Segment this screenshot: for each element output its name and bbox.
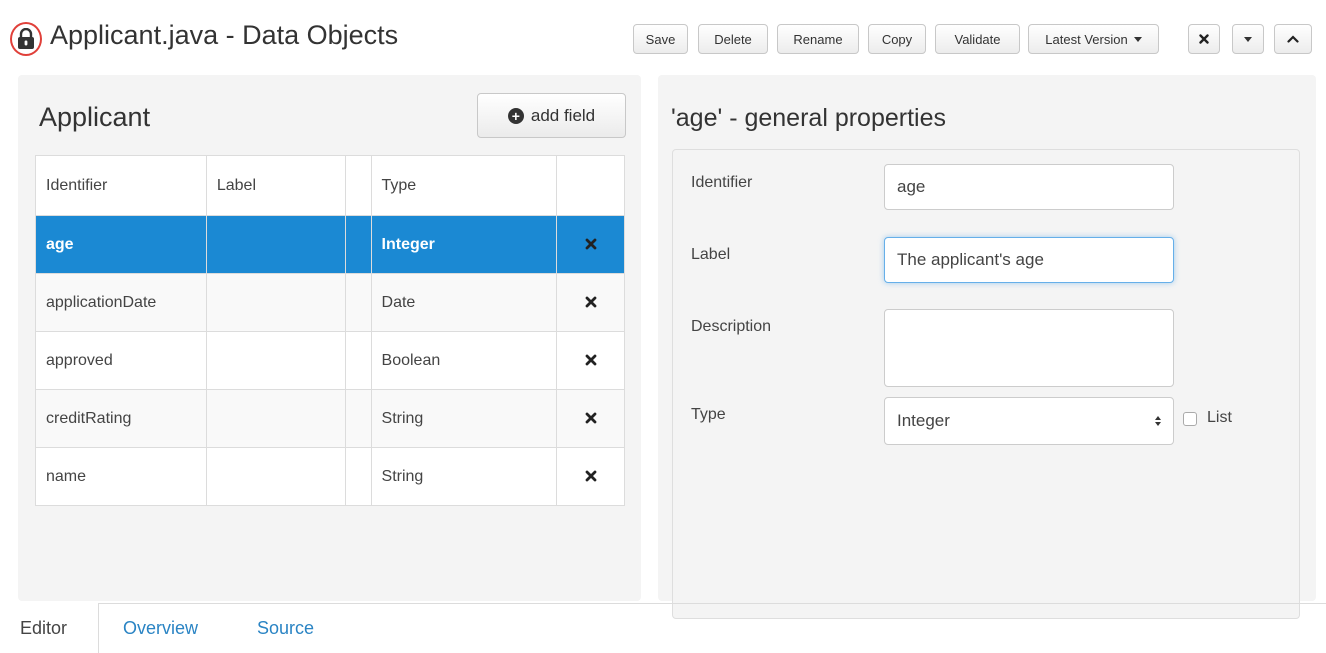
delete-field-button[interactable] — [556, 273, 625, 332]
type-select[interactable]: Integer — [884, 397, 1174, 445]
label-label: Label — [691, 246, 731, 263]
data-object-panel: Applicant + add field Identifier Label T… — [18, 75, 641, 601]
save-button[interactable]: Save — [633, 24, 688, 54]
delete-field-button[interactable] — [556, 331, 625, 390]
collapse-button[interactable] — [1232, 24, 1264, 54]
select-arrows-icon — [1155, 416, 1161, 426]
close-icon — [1199, 34, 1209, 44]
maximize-button[interactable] — [1274, 24, 1312, 54]
latest-version-label: Latest Version — [1045, 31, 1128, 47]
delete-field-button[interactable] — [556, 215, 625, 274]
table-row[interactable]: creditRating String — [35, 389, 625, 448]
properties-title: 'age' - general properties — [671, 104, 946, 132]
copy-button[interactable]: Copy — [868, 24, 926, 54]
field-identifier[interactable]: applicationDate — [35, 273, 207, 332]
delete-icon — [585, 296, 596, 308]
fields-table: Identifier Label Type age Integer applic… — [35, 155, 625, 506]
field-identifier[interactable]: approved — [35, 331, 207, 390]
field-spacer — [344, 215, 372, 274]
close-button[interactable] — [1188, 24, 1220, 54]
type-label: Type — [691, 406, 726, 423]
delete-field-button[interactable] — [556, 447, 625, 506]
field-label[interactable] — [205, 389, 346, 448]
list-label[interactable]: List — [1207, 409, 1232, 427]
add-field-button[interactable]: + add field — [477, 93, 626, 138]
delete-field-button[interactable] — [556, 389, 625, 448]
caret-down-icon — [1133, 36, 1142, 42]
identifier-input[interactable] — [884, 164, 1174, 210]
identifier-label: Identifier — [691, 174, 753, 191]
rename-button[interactable]: Rename — [777, 24, 859, 54]
field-identifier[interactable]: age — [35, 215, 207, 274]
table-row[interactable]: approved Boolean — [35, 331, 625, 390]
field-identifier[interactable]: creditRating — [35, 389, 207, 448]
latest-version-dropdown[interactable]: Latest Version — [1028, 24, 1159, 54]
field-spacer — [344, 447, 372, 506]
column-header-actions — [556, 155, 625, 216]
delete-icon — [585, 470, 596, 482]
delete-button[interactable]: Delete — [698, 24, 768, 54]
toolbar: Save Delete Rename Copy Validate Latest … — [0, 24, 1326, 54]
description-textarea[interactable] — [884, 309, 1174, 387]
delete-icon — [585, 238, 596, 250]
chevron-down-icon — [1244, 36, 1252, 42]
field-identifier[interactable]: name — [35, 447, 207, 506]
column-header-label[interactable]: Label — [205, 155, 346, 216]
field-type[interactable]: Date — [370, 273, 558, 332]
column-header-type[interactable]: Type — [370, 155, 558, 216]
plus-circle-icon: + — [507, 107, 524, 124]
field-type[interactable]: Integer — [370, 215, 558, 274]
field-spacer — [344, 273, 372, 332]
field-label[interactable] — [205, 331, 346, 390]
general-properties-form: Identifier Label Description Type Intege… — [672, 149, 1300, 619]
add-field-label: add field — [530, 105, 596, 125]
table-header-row: Identifier Label Type — [35, 155, 625, 216]
list-checkbox[interactable] — [1183, 412, 1197, 426]
field-type[interactable]: String — [370, 389, 558, 448]
field-spacer — [344, 389, 372, 448]
data-object-title: Applicant — [39, 102, 151, 132]
title-bar: Applicant.java - Data Objects Save Delet… — [0, 0, 1326, 72]
delete-icon — [585, 412, 596, 424]
type-select-value: Integer — [897, 411, 950, 430]
field-spacer — [344, 331, 372, 390]
description-label: Description — [691, 318, 772, 335]
validate-button[interactable]: Validate — [935, 24, 1020, 54]
delete-icon — [585, 354, 596, 366]
label-input[interactable] — [884, 237, 1174, 283]
tab-source[interactable]: Source — [257, 603, 314, 653]
field-label[interactable] — [205, 215, 346, 274]
table-row[interactable]: applicationDate Date — [35, 273, 625, 332]
chevron-up-icon — [1287, 35, 1299, 43]
table-row[interactable]: age Integer — [35, 215, 625, 274]
tab-editor[interactable]: Editor — [0, 603, 99, 653]
table-row[interactable]: name String — [35, 447, 625, 506]
column-header-spacer — [344, 155, 372, 216]
properties-panel: 'age' - general properties Identifier La… — [658, 75, 1316, 619]
field-type[interactable]: String — [370, 447, 558, 506]
field-type[interactable]: Boolean — [370, 331, 558, 390]
field-label[interactable] — [205, 447, 346, 506]
field-label[interactable] — [205, 273, 346, 332]
tab-overview[interactable]: Overview — [123, 603, 198, 653]
column-header-identifier[interactable]: Identifier — [35, 155, 207, 216]
